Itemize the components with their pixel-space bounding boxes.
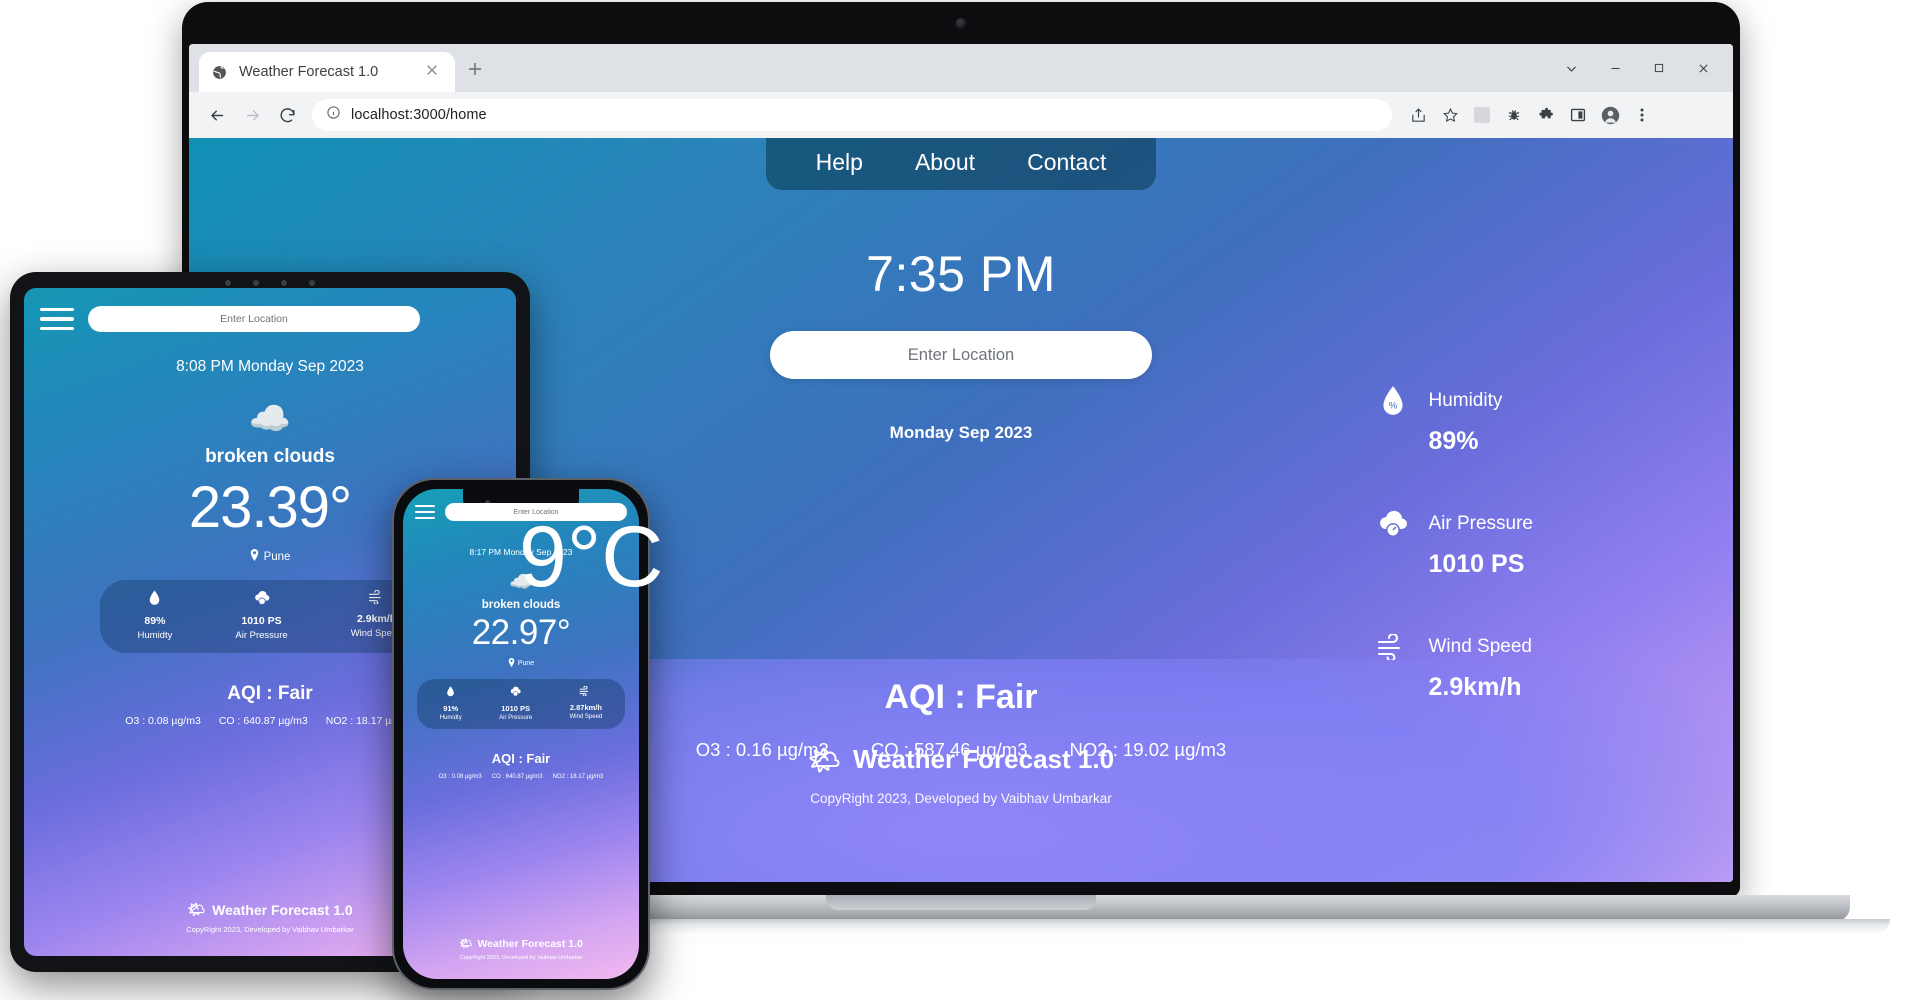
metric-air-pressure: 1010 PS Air Pressure [235,590,288,641]
metric-air-pressure: Air Pressure 1010 PS [1376,506,1533,579]
weather-metrics-panel: 89% Humidty 1010 PS Air Pressure 2.9km/h… [100,580,440,653]
metric-label-wind-speed: Wind Speed [1428,636,1532,657]
more-menu-icon[interactable] [1627,100,1657,130]
footer-brand-text: Weather Forecast 1.0 [852,744,1115,774]
hamburger-menu-icon[interactable] [415,504,435,520]
reload-icon[interactable] [271,99,303,131]
avatar-icon[interactable] [1595,100,1625,130]
metric-value-humidity: 89% [144,615,166,627]
air-pressure-cloud-gauge-icon [235,590,287,609]
minimize-button[interactable] [1593,52,1637,84]
sun-behind-cloud-icon: 🌤 [807,744,841,775]
app-footer: 🌤 Weather Forecast 1.0 CopyRight 2023, D… [403,937,639,962]
main-navigation: Help About Contact [766,138,1156,190]
footer-brand: 🌤 Weather Forecast 1.0 [189,744,1733,775]
metric-label-humidity: Humidty [137,630,173,641]
info-circle-icon[interactable] [326,105,341,125]
nav-item-contact[interactable]: Contact [1027,149,1106,176]
weather-condition: broken clouds [205,446,335,467]
star-icon[interactable] [1435,100,1465,130]
address-bar-url: localhost:3000/home [351,107,487,123]
footer-brand: 🌤 Weather Forecast 1.0 [403,937,639,951]
phone-header: Enter Location [403,489,639,521]
hamburger-menu-icon[interactable] [40,307,74,331]
share-icon[interactable] [1403,100,1433,130]
map-pin-icon [250,549,259,564]
footer-copyright: CopyRight 2023, Developed by Vaibhav Umb… [459,955,583,961]
metric-value-air-pressure: 1010 PS [1428,550,1525,578]
close-window-button[interactable] [1681,52,1725,84]
location-name: Pune [263,550,291,563]
globe-icon [211,64,228,81]
extensions-icon[interactable] [1531,100,1561,130]
wind-speed-icon [1376,629,1410,665]
current-time: 7:35 PM [866,246,1056,302]
location-display: Pune [403,658,639,669]
metric-humidity: % Humidity 89% [1376,383,1533,456]
qr-code-icon[interactable] [1467,100,1497,130]
screenshot-stage: Weather Forecast 1.0 localhost:3000/home… [0,0,1920,1000]
location-search-input[interactable]: Enter Location [88,306,420,332]
browser-tab-bar: Weather Forecast 1.0 [189,44,1733,92]
humidity-droplet-icon [138,590,173,609]
window-controls [1549,52,1725,84]
location-search-placeholder: Enter Location [513,508,559,516]
metric-value-humidity: 89% [1428,427,1479,455]
aqi-title: AQI : Fair [884,678,1038,716]
location-search-input[interactable]: Enter Location [445,503,627,521]
metric-label-air-pressure: Air Pressure [1428,513,1533,534]
sun-behind-cloud-icon: 🌤 [459,938,473,950]
temperature-display: 9°C [519,509,664,605]
location-search-placeholder: Enter Location [220,313,288,325]
browser-toolbar-icons [1403,100,1657,130]
location-search-placeholder: Enter Location [907,345,1015,364]
browser-tab[interactable]: Weather Forecast 1.0 [199,52,455,92]
nav-item-about[interactable]: About [915,149,975,176]
chevron-down-icon[interactable] [1549,52,1593,84]
metric-humidity: 89% Humidty [137,590,173,641]
laptop-trackpad-notch [826,895,1096,910]
app-footer: 🌤 Weather Forecast 1.0 CopyRight 2023, D… [189,744,1733,806]
metric-label-air-pressure: Air Pressure [235,630,288,641]
split-screen-icon[interactable] [1563,100,1593,130]
footer-brand-text: Weather Forecast 1.0 [477,937,583,950]
air-pressure-cloud-gauge-icon [1376,506,1410,542]
metric-value-air-pressure: 1010 PS [241,615,282,627]
humidity-droplet-icon: % [1376,383,1410,419]
location-search-input[interactable]: Enter Location [770,331,1152,379]
location-name: Pune [517,660,535,667]
laptop-webcam-icon [955,18,967,29]
footer-brand-text: Weather Forecast 1.0 [212,901,353,918]
footer-copyright: CopyRight 2023, Developed by Vaibhav Umb… [810,791,1112,806]
browser-toolbar: localhost:3000/home [189,92,1733,138]
new-tab-button[interactable] [465,59,489,83]
bug-icon[interactable] [1499,100,1529,130]
map-pin-icon [508,658,515,669]
sun-behind-cloud-icon: 🌤 [187,901,206,917]
current-datetime: 8:08 PM Monday Sep 2023 [176,358,364,375]
metric-label-humidity: Humidity [1428,390,1503,411]
temperature-display: 22.97° [471,613,571,652]
nav-item-help[interactable]: Help [816,149,863,176]
back-icon[interactable] [201,99,233,131]
close-icon[interactable] [425,63,443,81]
forward-icon[interactable] [236,99,268,131]
address-bar[interactable]: localhost:3000/home [312,99,1392,131]
svg-text:%: % [1389,400,1398,411]
browser-tab-title: Weather Forecast 1.0 [239,64,379,80]
maximize-button[interactable] [1637,52,1681,84]
